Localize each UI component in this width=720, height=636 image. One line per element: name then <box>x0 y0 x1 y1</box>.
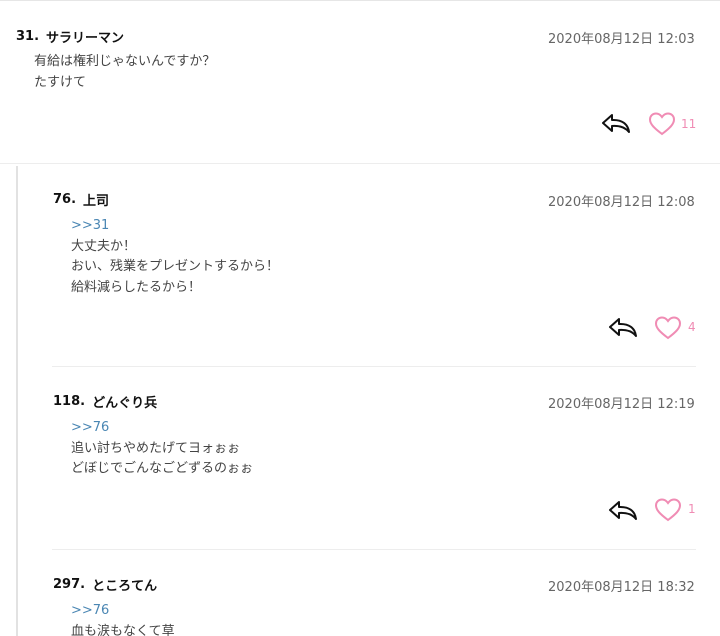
comment-line: 給料減らしたるから！ <box>71 279 202 295</box>
like-count: 4 <box>688 320 696 334</box>
like-count: 11 <box>681 117 697 131</box>
comment-body: 有給は権利じゃないんですか？ たすけて <box>34 52 215 93</box>
comment-item: 31. サラリーマン 2020年08月12日 12:03 有給は権利じゃないんで… <box>16 26 706 156</box>
heart-icon[interactable] <box>654 497 682 523</box>
comment-line: おい、残業をプレゼントするから！ <box>71 259 280 274</box>
comment-number: 118. <box>53 393 86 409</box>
comment-date: 2020年08月12日 12:08 <box>548 195 695 210</box>
comment-body: >>76 血も涙もなくて草 <box>71 601 175 636</box>
reply-anchor-link[interactable]: >>76 <box>71 601 175 622</box>
comment-item: 297. ところてん 2020年08月12日 18:32 >>76 血も涙もなく… <box>53 574 706 636</box>
like-count: 1 <box>688 502 696 516</box>
comment-number: 31. <box>16 28 40 44</box>
comment-body: >>31 大丈夫か！ おい、残業をプレゼントするから！ 給料減らしたるから！ <box>71 216 279 298</box>
comment-date: 2020年08月12日 12:03 <box>548 32 695 47</box>
reply-thread-line <box>16 166 18 636</box>
reply-anchor-link[interactable]: >>31 <box>71 216 279 237</box>
comment-line: どぼじでごんなごどずるのぉぉ <box>71 461 254 476</box>
reply-arrow-icon[interactable] <box>600 111 632 135</box>
comment-header: 297. ところてん <box>53 574 157 594</box>
comment-header: 76. 上司 <box>53 189 109 209</box>
comment-date: 2020年08月12日 12:19 <box>548 397 695 412</box>
reply-arrow-icon[interactable] <box>607 315 639 339</box>
comment-number: 297. <box>53 576 86 592</box>
comment-author[interactable]: 上司 <box>83 190 109 209</box>
comment-line: 有給は権利じゃないんですか？ <box>34 54 216 69</box>
comment-author[interactable]: サラリーマン <box>46 27 124 46</box>
comment-header: 118. どんぐり兵 <box>53 391 157 411</box>
comment-line: 血も涙もなくて草 <box>71 623 175 636</box>
reply-anchor-link[interactable]: >>76 <box>71 418 253 439</box>
comment-line: 追い討ちやめたげてヨォぉぉ <box>71 440 241 456</box>
comment-author[interactable]: ところてん <box>92 575 157 594</box>
comment-divider <box>52 549 696 550</box>
reply-arrow-icon[interactable] <box>607 498 639 522</box>
heart-icon[interactable] <box>648 111 676 137</box>
comment-date: 2020年08月12日 18:32 <box>548 580 695 595</box>
comment-line: たすけて <box>34 74 87 90</box>
comment-header: 31. サラリーマン <box>16 26 124 46</box>
comment-author[interactable]: どんぐり兵 <box>92 392 157 411</box>
comment-line: 大丈夫か！ <box>71 238 137 254</box>
comment-body: >>76 追い討ちやめたげてヨォぉぉ どぼじでごんなごどずるのぉぉ <box>71 418 253 480</box>
comment-number: 76. <box>53 191 77 207</box>
comment-divider <box>52 366 696 367</box>
heart-icon[interactable] <box>654 315 682 341</box>
